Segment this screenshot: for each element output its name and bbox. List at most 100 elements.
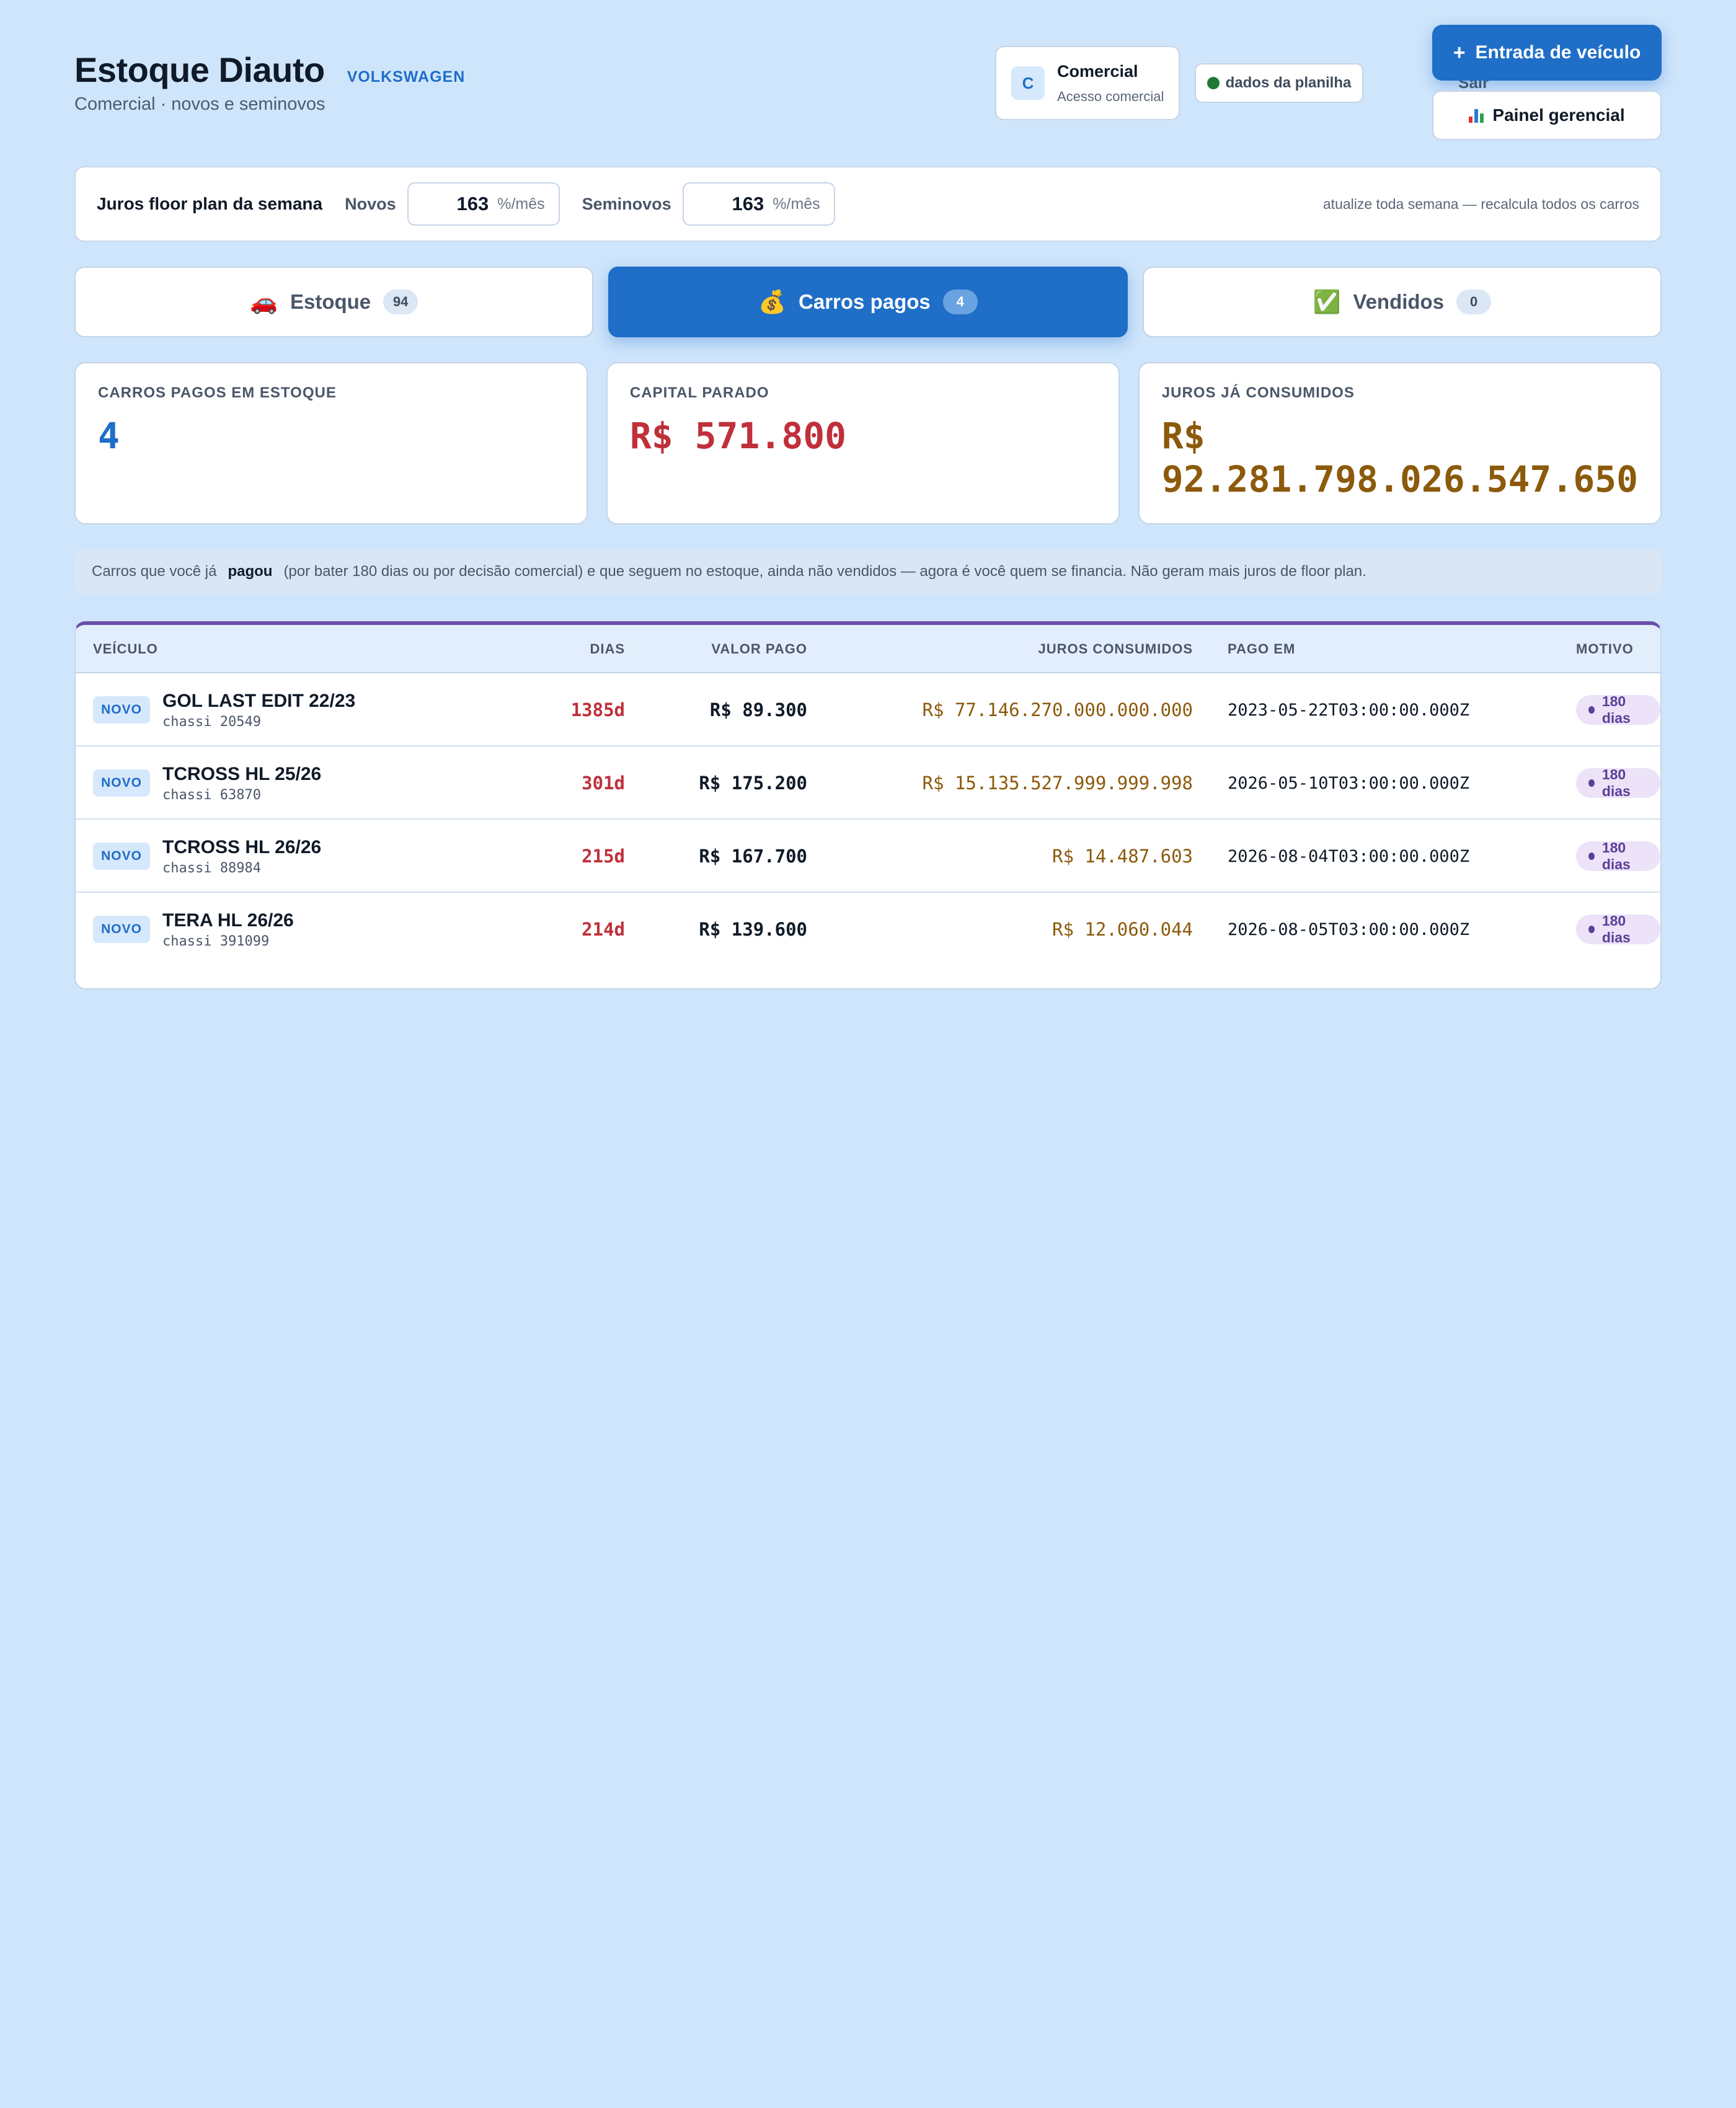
seminovos-rate-input[interactable]: 163 %/mês	[682, 182, 835, 226]
dot-icon	[1588, 779, 1595, 787]
add-vehicle-button[interactable]: + Entrada de veículo	[1432, 25, 1662, 81]
info-text-bold: pagou	[228, 563, 273, 580]
avatar: C	[1011, 66, 1045, 100]
interest-cell: R$ 14.487.603	[1052, 846, 1193, 867]
dot-icon	[1588, 926, 1595, 933]
vehicle-name: GOL LAST EDIT 22/23	[162, 690, 356, 711]
stat-label: JUROS JÁ CONSUMIDOS	[1161, 384, 1355, 401]
column-header-vehicle: VEÍCULO	[93, 641, 158, 657]
vehicle-name: TERA HL 26/26	[162, 910, 294, 931]
column-header-paid-value: VALOR PAGO	[711, 641, 807, 657]
dot-icon	[1588, 706, 1595, 714]
vehicle-name: TCROSS HL 26/26	[162, 836, 322, 857]
table-row[interactable]: NOVO GOL LAST EDIT 22/23 chassi 20549 13…	[76, 673, 1660, 746]
tab-carros-pagos-count: 4	[942, 290, 978, 314]
tab-carros-pagos-label: Carros pagos	[799, 290, 931, 313]
stat-card-interest: JUROS JÁ CONSUMIDOS R$ 92.281.798.026.54…	[1138, 362, 1662, 525]
table-header: VEÍCULO DIAS VALOR PAGO JUROS CONSUMIDOS…	[76, 625, 1660, 673]
stat-value: R$ 571.800	[629, 415, 847, 457]
column-header-days: DIAS	[590, 641, 625, 657]
reason-cell: 180 dias	[1576, 820, 1660, 893]
tab-estoque-count: 94	[383, 290, 418, 314]
vehicle-cell: NOVO TCROSS HL 25/26 chassi 63870	[93, 746, 321, 820]
tab-vendidos-count: 0	[1456, 290, 1492, 314]
check-mark-icon: ✅	[1313, 289, 1341, 314]
paid-value-cell: R$ 89.300	[709, 699, 807, 720]
info-strip: Carros que você já pagou (por bater 180 …	[74, 549, 1662, 594]
novos-label: Novos	[345, 194, 396, 213]
interest-cell: R$ 77.146.270.000.000.000	[922, 699, 1194, 720]
sheet-status-label: dados da planilha	[1225, 74, 1352, 91]
interest-cell: R$ 12.060.044	[1052, 919, 1193, 940]
stat-card-capital: CAPITAL PARADO R$ 571.800	[606, 362, 1120, 525]
status-dot-icon	[1207, 77, 1220, 89]
days-cell: 214d	[582, 919, 625, 940]
dot-icon	[1588, 852, 1595, 860]
car-icon: 🚗	[250, 289, 278, 314]
page-subtitle: Comercial · novos e seminovos	[74, 94, 326, 114]
condition-badge: NOVO	[93, 769, 150, 797]
sheet-status-pill[interactable]: dados da planilha	[1195, 63, 1363, 103]
stat-label: CARROS PAGOS EM ESTOQUE	[98, 384, 337, 401]
interest-cell: R$ 15.135.527.999.999.998	[922, 773, 1194, 794]
paid-on-cell: 2026-08-04T03:00:00.000Z	[1228, 846, 1470, 866]
user-name: Comercial	[1057, 61, 1138, 81]
vehicle-info: TCROSS HL 26/26 chassi 88984	[162, 837, 321, 876]
stat-label: CAPITAL PARADO	[629, 384, 769, 401]
vehicle-cell: NOVO TERA HL 26/26 chassi 391099	[93, 893, 294, 966]
vehicle-chassi: chassi 20549	[162, 714, 261, 730]
management-panel-button[interactable]: Painel gerencial	[1432, 91, 1662, 140]
interest-title: Juros floor plan da semana	[97, 194, 323, 213]
tab-estoque[interactable]: 🚗 Estoque 94	[74, 267, 594, 337]
reason-label: 180 dias	[1601, 839, 1631, 872]
user-card[interactable]: C Comercial Acesso comercial	[995, 46, 1180, 120]
column-header-reason: MOTIVO	[1576, 641, 1634, 657]
paid-on-cell: 2026-08-05T03:00:00.000Z	[1228, 919, 1470, 939]
vehicle-info: TERA HL 26/26 chassi 391099	[162, 910, 294, 949]
table-row[interactable]: NOVO TERA HL 26/26 chassi 391099 214d R$…	[76, 893, 1660, 966]
paid-on-cell: 2023-05-22T03:00:00.000Z	[1228, 700, 1470, 720]
table-row[interactable]: NOVO TCROSS HL 25/26 chassi 63870 301d R…	[76, 746, 1660, 820]
reason-badge: 180 dias	[1576, 839, 1660, 872]
add-vehicle-label: Entrada de veículo	[1475, 42, 1641, 63]
stat-value: 4	[98, 415, 120, 457]
novos-rate-input[interactable]: 163 %/mês	[407, 182, 560, 226]
vehicle-cell: NOVO GOL LAST EDIT 22/23 chassi 20549	[93, 673, 355, 746]
vehicle-chassi: chassi 391099	[162, 933, 270, 949]
management-panel-label: Painel gerencial	[1492, 105, 1625, 125]
page-title: Estoque Diauto	[74, 50, 325, 89]
interest-panel: Juros floor plan da semana Novos 163 %/m…	[74, 166, 1662, 242]
tab-vendidos[interactable]: ✅ Vendidos 0	[1142, 267, 1662, 337]
reason-label: 180 dias	[1601, 693, 1631, 726]
header: Estoque Diauto VOLKSWAGEN Comercial · no…	[74, 25, 1662, 161]
reason-label: 180 dias	[1601, 913, 1631, 946]
vehicle-info: GOL LAST EDIT 22/23 chassi 20549	[162, 691, 355, 730]
bar-chart-icon	[1469, 108, 1486, 123]
vehicle-cell: NOVO TCROSS HL 26/26 chassi 88984	[93, 820, 321, 893]
info-text-after: (por bater 180 dias ou por decisão comer…	[283, 563, 1366, 580]
column-header-paid-on: PAGO EM	[1228, 641, 1296, 657]
stats-row: CARROS PAGOS EM ESTOQUE 4 CAPITAL PARADO…	[74, 362, 1662, 525]
reason-badge: 180 dias	[1576, 766, 1660, 799]
table-row[interactable]: NOVO TCROSS HL 26/26 chassi 88984 215d R…	[76, 820, 1660, 893]
vehicle-info: TCROSS HL 25/26 chassi 63870	[162, 764, 321, 803]
reason-cell: 180 dias	[1576, 673, 1660, 746]
condition-badge: NOVO	[93, 696, 150, 724]
seminovos-rate-value: 163	[732, 193, 764, 215]
paid-value-cell: R$ 139.600	[699, 919, 807, 940]
reason-cell: 180 dias	[1576, 893, 1660, 966]
seminovos-rate-unit: %/mês	[773, 195, 820, 213]
tab-carros-pagos[interactable]: 💰 Carros pagos 4	[608, 267, 1128, 337]
days-cell: 1385d	[570, 699, 625, 720]
paid-value-cell: R$ 175.200	[699, 773, 807, 794]
paid-value-cell: R$ 167.700	[699, 846, 807, 867]
user-role: Acesso comercial	[1057, 88, 1164, 104]
tab-bar: 🚗 Estoque 94 💰 Carros pagos 4 ✅ Vendidos…	[74, 267, 1662, 337]
column-header-interest: JUROS CONSUMIDOS	[1038, 641, 1193, 657]
info-text-before: Carros que você já	[92, 563, 217, 580]
vehicle-chassi: chassi 63870	[162, 787, 261, 803]
title-row: Estoque Diauto VOLKSWAGEN	[74, 50, 465, 90]
paid-on-cell: 2026-05-10T03:00:00.000Z	[1228, 773, 1470, 793]
novos-rate-unit: %/mês	[497, 195, 545, 213]
tab-vendidos-label: Vendidos	[1353, 290, 1445, 313]
